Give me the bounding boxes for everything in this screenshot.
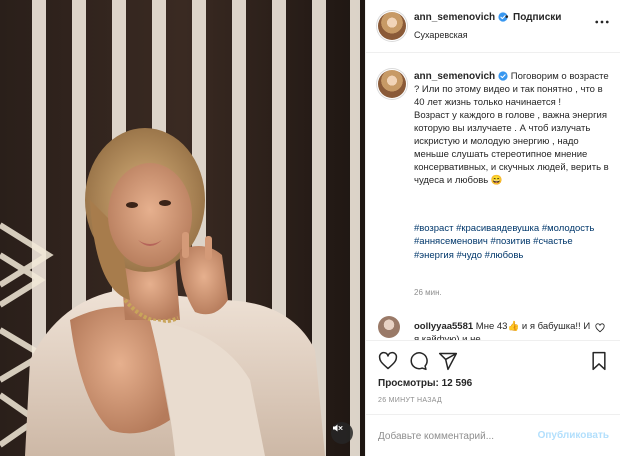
post-time-ago: 26 МИНУТ НАЗАД xyxy=(378,397,443,404)
more-options-icon[interactable] xyxy=(593,13,611,31)
hashtag-list: #возраст #красиваядевушка #молодость #ан… xyxy=(414,222,609,262)
hashtag-link[interactable]: #красиваядевушка xyxy=(456,223,539,234)
author-username-text[interactable]: ann_semenovich xyxy=(414,12,495,23)
hashtag-link[interactable]: #чудо xyxy=(457,250,483,261)
comment-icon[interactable] xyxy=(408,351,428,371)
share-icon[interactable] xyxy=(438,351,458,371)
post-side-panel: ann_semenovich • Подписки Сухаревская an… xyxy=(365,0,620,456)
header-separator: • xyxy=(505,12,509,23)
caption-username[interactable]: ann_semenovich xyxy=(414,71,508,82)
caption-username-text[interactable]: ann_semenovich xyxy=(414,71,495,82)
bookmark-icon[interactable] xyxy=(589,351,609,371)
instagram-post: ann_semenovich • Подписки Сухаревская an… xyxy=(0,0,620,456)
hashtag-link[interactable]: #аннясеменович xyxy=(414,236,488,247)
comment-item: oollyyaa5581 Мне 43👍 и я бабушка!! И я к… xyxy=(414,320,592,340)
commenter-avatar[interactable] xyxy=(378,316,400,338)
comment-input[interactable] xyxy=(378,427,528,445)
post-header: ann_semenovich • Подписки Сухаревская xyxy=(366,0,620,53)
author-avatar[interactable] xyxy=(378,12,406,40)
commenter-username[interactable]: oollyyaa5581 xyxy=(414,321,473,332)
hashtag-link[interactable]: #счастье xyxy=(533,236,573,247)
hashtag-link[interactable]: #молодость xyxy=(542,223,595,234)
caption-text: Поговорим о возрасте ? Или по этому виде… xyxy=(414,71,609,186)
hashtag-link[interactable]: #позитив xyxy=(491,236,531,247)
post-location[interactable]: Сухаревская xyxy=(414,30,468,40)
author-username[interactable]: ann_semenovich xyxy=(414,12,508,23)
hashtag-link[interactable]: #энергия xyxy=(414,250,454,261)
caption-author-avatar[interactable] xyxy=(378,70,406,98)
post-caption: ann_semenovich Поговорим о возрасте ? Ил… xyxy=(414,70,609,187)
verified-badge-icon xyxy=(498,71,508,81)
comment-heart-icon[interactable] xyxy=(595,323,605,333)
video-frame xyxy=(0,0,365,456)
follow-status-button[interactable]: Подписки xyxy=(513,12,561,23)
sound-toggle-button[interactable] xyxy=(331,422,353,444)
post-video[interactable] xyxy=(0,0,365,456)
hashtag-link[interactable]: #любовь xyxy=(485,250,524,261)
sound-off-icon xyxy=(333,424,343,432)
heart-icon[interactable] xyxy=(378,351,398,371)
post-actions: Просмотры: 12 596 26 МИНУТ НАЗАД xyxy=(366,340,620,414)
views-count[interactable]: Просмотры: 12 596 xyxy=(378,378,472,389)
publish-comment-button[interactable]: Опубликовать xyxy=(538,430,609,441)
add-comment-form: Опубликовать xyxy=(366,414,620,456)
hashtag-link[interactable]: #возраст xyxy=(414,223,453,234)
caption-timestamp: 26 мин. xyxy=(414,288,442,297)
comments-section[interactable]: ann_semenovich Поговорим о возрасте ? Ил… xyxy=(366,54,620,340)
